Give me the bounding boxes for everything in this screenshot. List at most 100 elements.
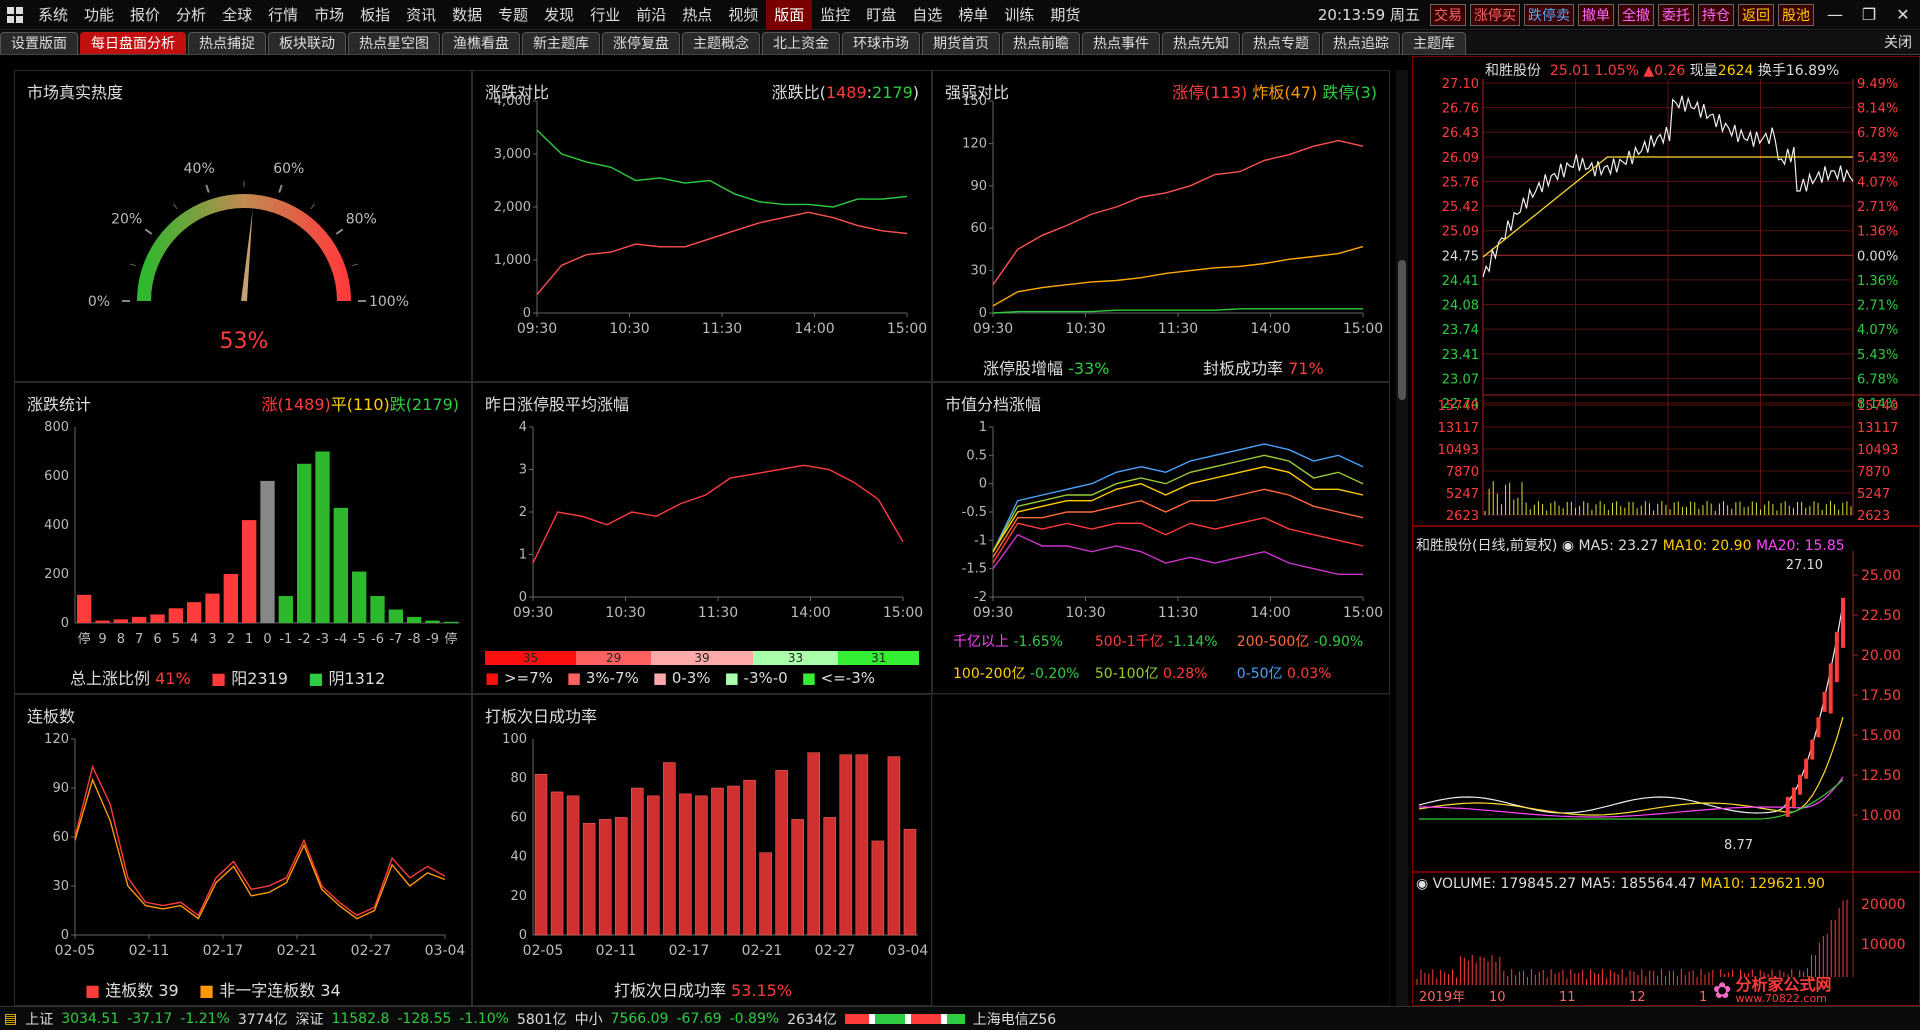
dist-legend-item-2: ■ 0-3% (652, 669, 711, 687)
status-bar: ▤ 上证 3034.51 -37.17 -1.21% 3774亿 深证 11582.8 -1… (0, 1006, 1920, 1030)
candle (1810, 739, 1815, 760)
vol-label: 10493 (1438, 443, 1479, 458)
menu-item-13[interactable]: 前沿 (628, 0, 674, 30)
x-tick-label: 10:30 (609, 321, 649, 337)
vol-axis-label: 20000 (1861, 897, 1906, 913)
menu-item-10[interactable]: 专题 (490, 0, 536, 30)
tab-15[interactable]: 热点专题 (1242, 32, 1320, 54)
intraday-chart[interactable]: 27.10 9.49% 26.76 8.14% 26.43 6.78% 26.09 5.43%… (1413, 57, 1920, 526)
y-tick-label: 20 (510, 889, 527, 904)
bar-5 (168, 608, 183, 623)
tab-5[interactable]: 渔樵看盘 (442, 32, 520, 54)
quick-button-8[interactable]: 股池 (1778, 3, 1814, 26)
menu-item-16[interactable]: 版面 (766, 0, 813, 30)
bar-1 (95, 620, 110, 623)
bar-19 (425, 620, 440, 623)
tab-10[interactable]: 环球市场 (842, 32, 920, 54)
price-label: 24.41 (1442, 274, 1479, 289)
quick-button-7[interactable]: 返回 (1738, 3, 1774, 26)
menu-item-6[interactable]: 市场 (306, 0, 352, 30)
bar-7 (647, 795, 660, 936)
menu-item-11[interactable]: 发现 (536, 0, 582, 30)
quick-button-5[interactable]: 委托 (1658, 3, 1694, 26)
gauge-tick (144, 228, 153, 235)
tab-7[interactable]: 涨停复盘 (602, 32, 680, 54)
close-icon[interactable]: ✕ (1886, 5, 1920, 24)
menu-item-15[interactable]: 视频 (720, 0, 766, 30)
menu-item-7[interactable]: 板指 (352, 0, 398, 30)
x-tick-label: 02-27 (815, 943, 856, 959)
quick-button-3[interactable]: 撤单 (1578, 3, 1614, 26)
scrollbar-track[interactable] (1396, 70, 1408, 1006)
vol-label: 15740 (1438, 399, 1479, 414)
kline-axis-label: 20.00 (1861, 648, 1901, 664)
vol-label: 13117 (1438, 421, 1479, 436)
menu-item-17[interactable]: 监控 (812, 0, 858, 30)
menu-item-19[interactable]: 自选 (904, 0, 950, 30)
menu-item-18[interactable]: 盯盘 (858, 0, 904, 30)
quick-button-6[interactable]: 持仓 (1698, 3, 1734, 26)
menu-item-5[interactable]: 行情 (260, 0, 306, 30)
bar-17 (807, 752, 821, 936)
y-tick-label: 60 (52, 830, 69, 845)
tab-13[interactable]: 热点事件 (1082, 32, 1160, 54)
mcap-legend-item-5: 0-50亿 0.03% (1236, 666, 1332, 682)
gauge-minor-tick (173, 203, 178, 210)
layout-tabs: 设置版面 每日盘面分析 热点捕捉 板块联动 热点星空图 渔樵看盘 新主题库 涨停复盘 主题概念北… (0, 32, 1468, 54)
tab-16[interactable]: 热点追踪 (1322, 32, 1400, 54)
bar-7 (205, 593, 220, 623)
y-tick-label: -1.5 (962, 562, 987, 577)
tab-6[interactable]: 新主题库 (522, 32, 600, 54)
x-tick-label: 03-04 (888, 943, 929, 959)
menu-item-21[interactable]: 训练 (996, 0, 1042, 30)
menu-item-22[interactable]: 期货 (1042, 0, 1088, 30)
quick-button-0[interactable]: 交易 (1430, 3, 1466, 26)
x-tick-label: 02-17 (203, 943, 244, 959)
minimize-icon[interactable]: — (1818, 5, 1852, 24)
tab-4[interactable]: 热点星空图 (348, 32, 440, 54)
menu-item-20[interactable]: 榜单 (950, 0, 996, 30)
tab-9[interactable]: 北上资金 (762, 32, 840, 54)
menu-item-1[interactable]: 功能 (76, 0, 122, 30)
tab-14[interactable]: 热点先知 (1162, 32, 1240, 54)
tab-3[interactable]: 板块联动 (268, 32, 346, 54)
menu-item-12[interactable]: 行业 (582, 0, 628, 30)
menu-item-0[interactable]: 系统 (30, 0, 76, 30)
series-line-0 (992, 139, 1364, 286)
tab-8[interactable]: 主题概念 (682, 32, 760, 54)
tab-17[interactable]: 主题库 (1402, 32, 1466, 54)
pct-label: 5.43% (1857, 348, 1898, 363)
vol-label: 2623 (1857, 509, 1890, 524)
next-day-success-panel: 打板次日成功率 0 20 40 60 80 100 02-05 02-11 02-17 02-21… (472, 694, 932, 1006)
x-tick-label: 09:30 (973, 605, 1013, 621)
tab-2[interactable]: 热点捕捉 (188, 32, 266, 54)
tab-0[interactable]: 设置版面 (0, 32, 78, 54)
y-tick-label: 4,000 (494, 94, 531, 109)
quick-button-2[interactable]: 跌停卖 (1524, 3, 1574, 26)
tab-12[interactable]: 热点前瞻 (1002, 32, 1080, 54)
menu-item-8[interactable]: 资讯 (398, 0, 444, 30)
price-label: 23.07 (1442, 372, 1479, 387)
bar-1 (550, 791, 564, 936)
series-line-1 (992, 245, 1364, 307)
tab-1[interactable]: 每日盘面分析 (80, 32, 186, 54)
kline-axis-label: 12.50 (1861, 768, 1901, 784)
menu-item-9[interactable]: 数据 (444, 0, 490, 30)
quick-button-1[interactable]: 涨停买 (1470, 3, 1520, 26)
menu-item-2[interactable]: 报价 (122, 0, 168, 30)
x-tick-label: 02-21 (277, 943, 318, 959)
scrollbar-thumb[interactable] (1398, 260, 1406, 400)
menu-item-3[interactable]: 分析 (168, 0, 214, 30)
y-tick-label: -1 (974, 533, 987, 548)
quick-button-4[interactable]: 全撤 (1618, 3, 1654, 26)
close-layout-button[interactable]: 关闭 (1876, 32, 1920, 54)
kline-chart[interactable]: 25.00 22.50 20.00 17.50 15.00 12.50 10.00 27.10… (1413, 527, 1920, 872)
app-grid-icon[interactable] (0, 0, 30, 30)
menu-item-4[interactable]: 全球 (214, 0, 260, 30)
yesterday-limitup-panel: 昨日涨停股平均涨幅 0 1 2 3 4 09:30 10:30 11:30 14:00 15:00… (472, 382, 932, 694)
gauge-tick (205, 184, 210, 193)
maximize-icon[interactable]: ❐ (1852, 5, 1886, 24)
menu-item-14[interactable]: 热点 (674, 0, 720, 30)
tab-11[interactable]: 期货首页 (922, 32, 1000, 54)
x-tick-label: 11:30 (698, 605, 738, 621)
